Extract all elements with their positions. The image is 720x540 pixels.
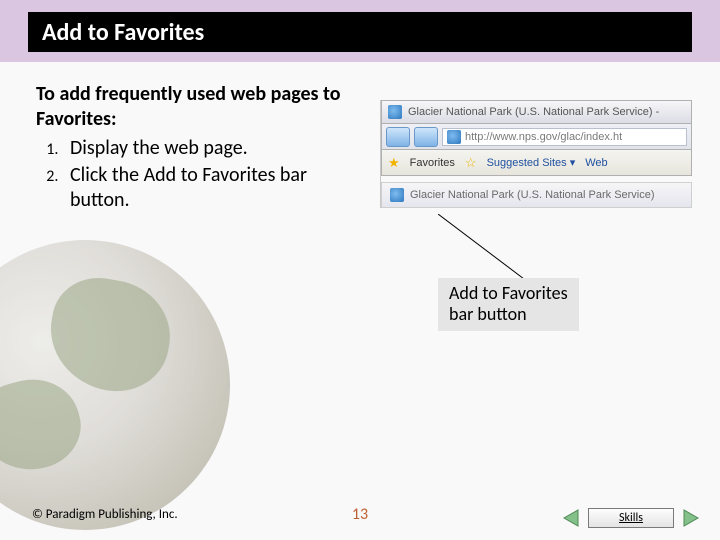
prev-slide-button[interactable] (560, 508, 582, 528)
callout-box: Add to Favorites bar button (438, 278, 579, 331)
url-text: http://www.nps.gov/glac/index.ht (465, 131, 622, 143)
favorites-label: Favorites (410, 157, 455, 169)
next-slide-button[interactable] (680, 508, 702, 528)
callout-line-1: Add to Favorites (449, 283, 568, 304)
tab-favicon-icon (390, 188, 404, 202)
add-to-favorites-star-icon: ☆ (465, 155, 477, 171)
intro-text: To add frequently used web pages to Favo… (36, 82, 366, 132)
callout-leader-line (438, 214, 548, 286)
steps-list: Display the web page. Click the Add to F… (36, 136, 366, 213)
favorites-star-icon: ★ (388, 155, 400, 171)
step-2: Click the Add to Favorites bar button. (62, 163, 366, 213)
browser-window-titlebar: Glacier National Park (U.S. National Par… (381, 100, 692, 124)
url-favicon-icon (447, 130, 461, 144)
skills-button[interactable]: Skills (588, 508, 674, 528)
web-slice-link: Web (585, 157, 607, 169)
back-button-icon (386, 127, 410, 147)
favorites-bar: ★ Favorites ☆ Suggested Sites ▾ Web (381, 150, 692, 176)
suggested-sites-link: Suggested Sites ▾ (487, 156, 576, 169)
slide-title-bar: Add to Favorites (28, 12, 692, 52)
callout-line-2: bar button (449, 304, 568, 325)
tab-title: Glacier National Park (U.S. National Par… (410, 189, 655, 201)
slide-title: Add to Favorites (42, 18, 204, 47)
footer-controls: Skills (560, 508, 702, 528)
body-content: To add frequently used web pages to Favo… (36, 82, 366, 215)
globe-graphic (0, 240, 230, 530)
browser-address-bar: http://www.nps.gov/glac/index.ht (381, 124, 692, 150)
step-1: Display the web page. (62, 136, 366, 161)
browser-screenshot: Glacier National Park (U.S. National Par… (380, 100, 692, 208)
browser-window-title: Glacier National Park (U.S. National Par… (408, 106, 659, 118)
url-field: http://www.nps.gov/glac/index.ht (442, 128, 687, 146)
site-favicon-icon (388, 105, 402, 119)
browser-tab: Glacier National Park (U.S. National Par… (381, 182, 692, 208)
forward-button-icon (414, 127, 438, 147)
